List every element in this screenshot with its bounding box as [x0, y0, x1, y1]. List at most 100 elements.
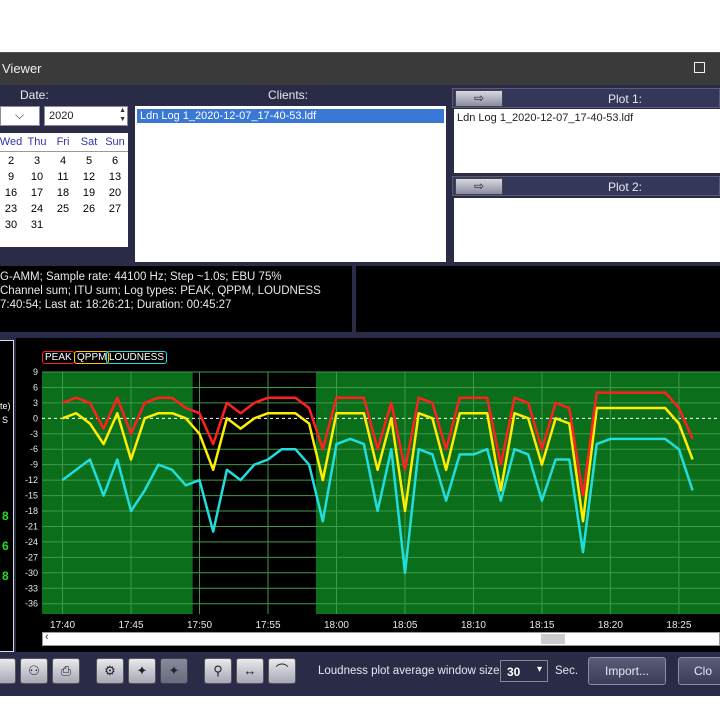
calendar-day[interactable]: 19 — [76, 187, 102, 199]
window-size-label: Loudness plot average window size: — [318, 665, 503, 677]
day-header: Wed — [0, 136, 23, 148]
calendar-day[interactable]: 10 — [24, 171, 50, 183]
x-tick-label: 18:10 — [461, 620, 486, 631]
calendar-day[interactable]: 11 — [50, 171, 76, 183]
year-spinner[interactable]: 2020 ▲ ▼ — [44, 106, 128, 126]
y-tick-label: -3 — [30, 429, 38, 439]
calendar-day[interactable]: 3 — [24, 155, 50, 167]
info-line: Channel sum; ITU sum; Log types: PEAK, Q… — [0, 285, 321, 297]
toolbar-button[interactable] — [0, 658, 16, 684]
meter-text: te) — [0, 401, 11, 411]
calendar-day[interactable]: 13 — [102, 171, 128, 183]
day-header: Fri — [56, 136, 70, 148]
legend-loudness: LOUDNESS — [106, 351, 168, 364]
x-tick-label: 18:20 — [598, 620, 623, 631]
meter-value: 8 — [2, 509, 9, 523]
selection-region — [192, 372, 316, 614]
info-panel-right — [356, 266, 720, 332]
meter-value: 8 — [2, 569, 9, 583]
chart-scrollbar[interactable]: ‹ — [42, 631, 720, 646]
plot1-list[interactable]: Ldn Log 1_2020-12-07_17-40-53.ldf — [454, 109, 720, 173]
list-item[interactable]: Ldn Log 1_2020-12-07_17-40-53.ldf — [454, 109, 720, 127]
highlight-icon[interactable]: ✦ — [128, 658, 156, 684]
log-info-panel: G-AMM; Sample rate: 44100 Hz; Step ~1.0s… — [0, 266, 352, 332]
window-size-select[interactable]: 30 ▾ — [500, 660, 548, 682]
plot2-label: Plot 2: — [608, 180, 643, 194]
calendar-day[interactable]: 6 — [102, 155, 128, 167]
calendar-day[interactable]: 12 — [76, 171, 102, 183]
arrow-right-icon: ⇨ — [473, 91, 485, 105]
plot2-list[interactable] — [454, 198, 720, 262]
calendar-day[interactable]: 31 — [24, 219, 50, 231]
y-tick-label: -24 — [25, 537, 38, 547]
y-tick-label: -6 — [30, 444, 38, 454]
y-tick-label: -21 — [25, 521, 38, 531]
list-item[interactable]: Ldn Log 1_2020-12-07_17-40-53.ldf — [137, 109, 444, 123]
plot1-header: ⇨ Plot 1: — [452, 88, 720, 108]
calendar-day[interactable]: 5 — [76, 155, 102, 167]
print-icon[interactable]: ⎙ — [52, 658, 80, 684]
window-size-value: 30 — [507, 665, 521, 679]
info-line: G-AMM; Sample rate: 44100 Hz; Step ~1.0s… — [0, 271, 282, 283]
year-value: 2020 — [49, 110, 74, 122]
close-button[interactable]: Clo — [678, 657, 720, 685]
calendar-day[interactable]: 4 — [50, 155, 76, 167]
users-icon[interactable]: ⚇ — [20, 658, 48, 684]
add-to-plot1-button[interactable]: ⇨ — [455, 90, 503, 107]
plot-settings-icon[interactable]: ⚙ — [96, 658, 124, 684]
maximize-icon[interactable] — [694, 62, 705, 73]
seconds-label: Sec. — [555, 665, 579, 677]
fit-width-icon[interactable]: ↔ — [236, 658, 264, 684]
spin-up-icon[interactable]: ▲ — [119, 107, 126, 114]
y-tick-label: -27 — [25, 552, 38, 562]
y-tick-label: -30 — [25, 568, 38, 578]
chart-view-icon[interactable]: ⌒ — [268, 658, 296, 684]
calendar-day[interactable]: 26 — [76, 203, 102, 215]
calendar-day[interactable]: 16 — [0, 187, 24, 199]
scroll-left-icon[interactable]: ‹ — [45, 631, 49, 643]
add-to-plot2-button[interactable]: ⇨ — [455, 178, 503, 195]
y-tick-label: -33 — [25, 583, 38, 593]
month-select[interactable]: ⌵ — [0, 106, 40, 126]
y-tick-label: -36 — [25, 599, 38, 609]
scroll-thumb[interactable] — [541, 634, 565, 644]
y-tick-label: -9 — [30, 460, 38, 470]
plot1-label: Plot 1: — [608, 92, 643, 106]
x-tick-label: 17:40 — [50, 620, 75, 631]
day-header: Thu — [27, 136, 47, 148]
meter-value: 6 — [2, 539, 9, 553]
calendar-day[interactable]: 17 — [24, 187, 50, 199]
meter-panel: te) S 8 6 8 — [0, 340, 14, 652]
zoom-icon[interactable]: ⚲ — [204, 658, 232, 684]
chevron-down-icon: ▾ — [537, 664, 543, 675]
import-button[interactable]: Import... — [588, 657, 666, 685]
calendar-day[interactable]: 18 — [50, 187, 76, 199]
calendar: Wed Thu Fri Sat Sun 2 3 4 5 6 9 10 11 12… — [0, 133, 128, 247]
y-tick-label: -18 — [25, 506, 38, 516]
clients-list[interactable]: Ldn Log 1_2020-12-07_17-40-53.ldf — [135, 106, 446, 262]
y-tick-label: 9 — [33, 367, 38, 377]
y-tick-label: 3 — [33, 398, 38, 408]
calendar-day[interactable]: 23 — [0, 203, 24, 215]
calendar-day[interactable]: 24 — [24, 203, 50, 215]
meter-text: S — [2, 415, 9, 425]
calendar-day[interactable]: 20 — [102, 187, 128, 199]
calendar-day[interactable]: 30 — [0, 219, 24, 231]
legend-peak: PEAK — [42, 351, 75, 364]
loudness-chart[interactable]: 9 6 3 0 -3 -6 -9 -12 -15 -18 -21 -24 -27 -30 -33 -36 17:… — [16, 366, 720, 634]
plot2-header: ⇨ Plot 2: — [452, 176, 720, 196]
calendar-day[interactable]: 9 — [0, 171, 24, 183]
calendar-day[interactable]: 25 — [50, 203, 76, 215]
y-tick-label: 6 — [33, 382, 38, 392]
x-tick-label: 17:50 — [187, 620, 212, 631]
calendar-day[interactable]: 2 — [0, 155, 24, 167]
x-tick-label: 18:15 — [529, 620, 554, 631]
arrow-right-icon: ⇨ — [473, 179, 485, 193]
info-line: 7:40:54; Last at: 18:26:21; Duration: 00… — [0, 299, 232, 311]
disabled-tool-icon[interactable]: ✦ — [160, 658, 188, 684]
spin-down-icon[interactable]: ▼ — [119, 116, 126, 123]
day-header: Sat — [80, 136, 98, 148]
y-tick-label: -12 — [25, 475, 38, 485]
calendar-day[interactable]: 27 — [102, 203, 128, 215]
y-tick-label: -15 — [25, 491, 38, 501]
